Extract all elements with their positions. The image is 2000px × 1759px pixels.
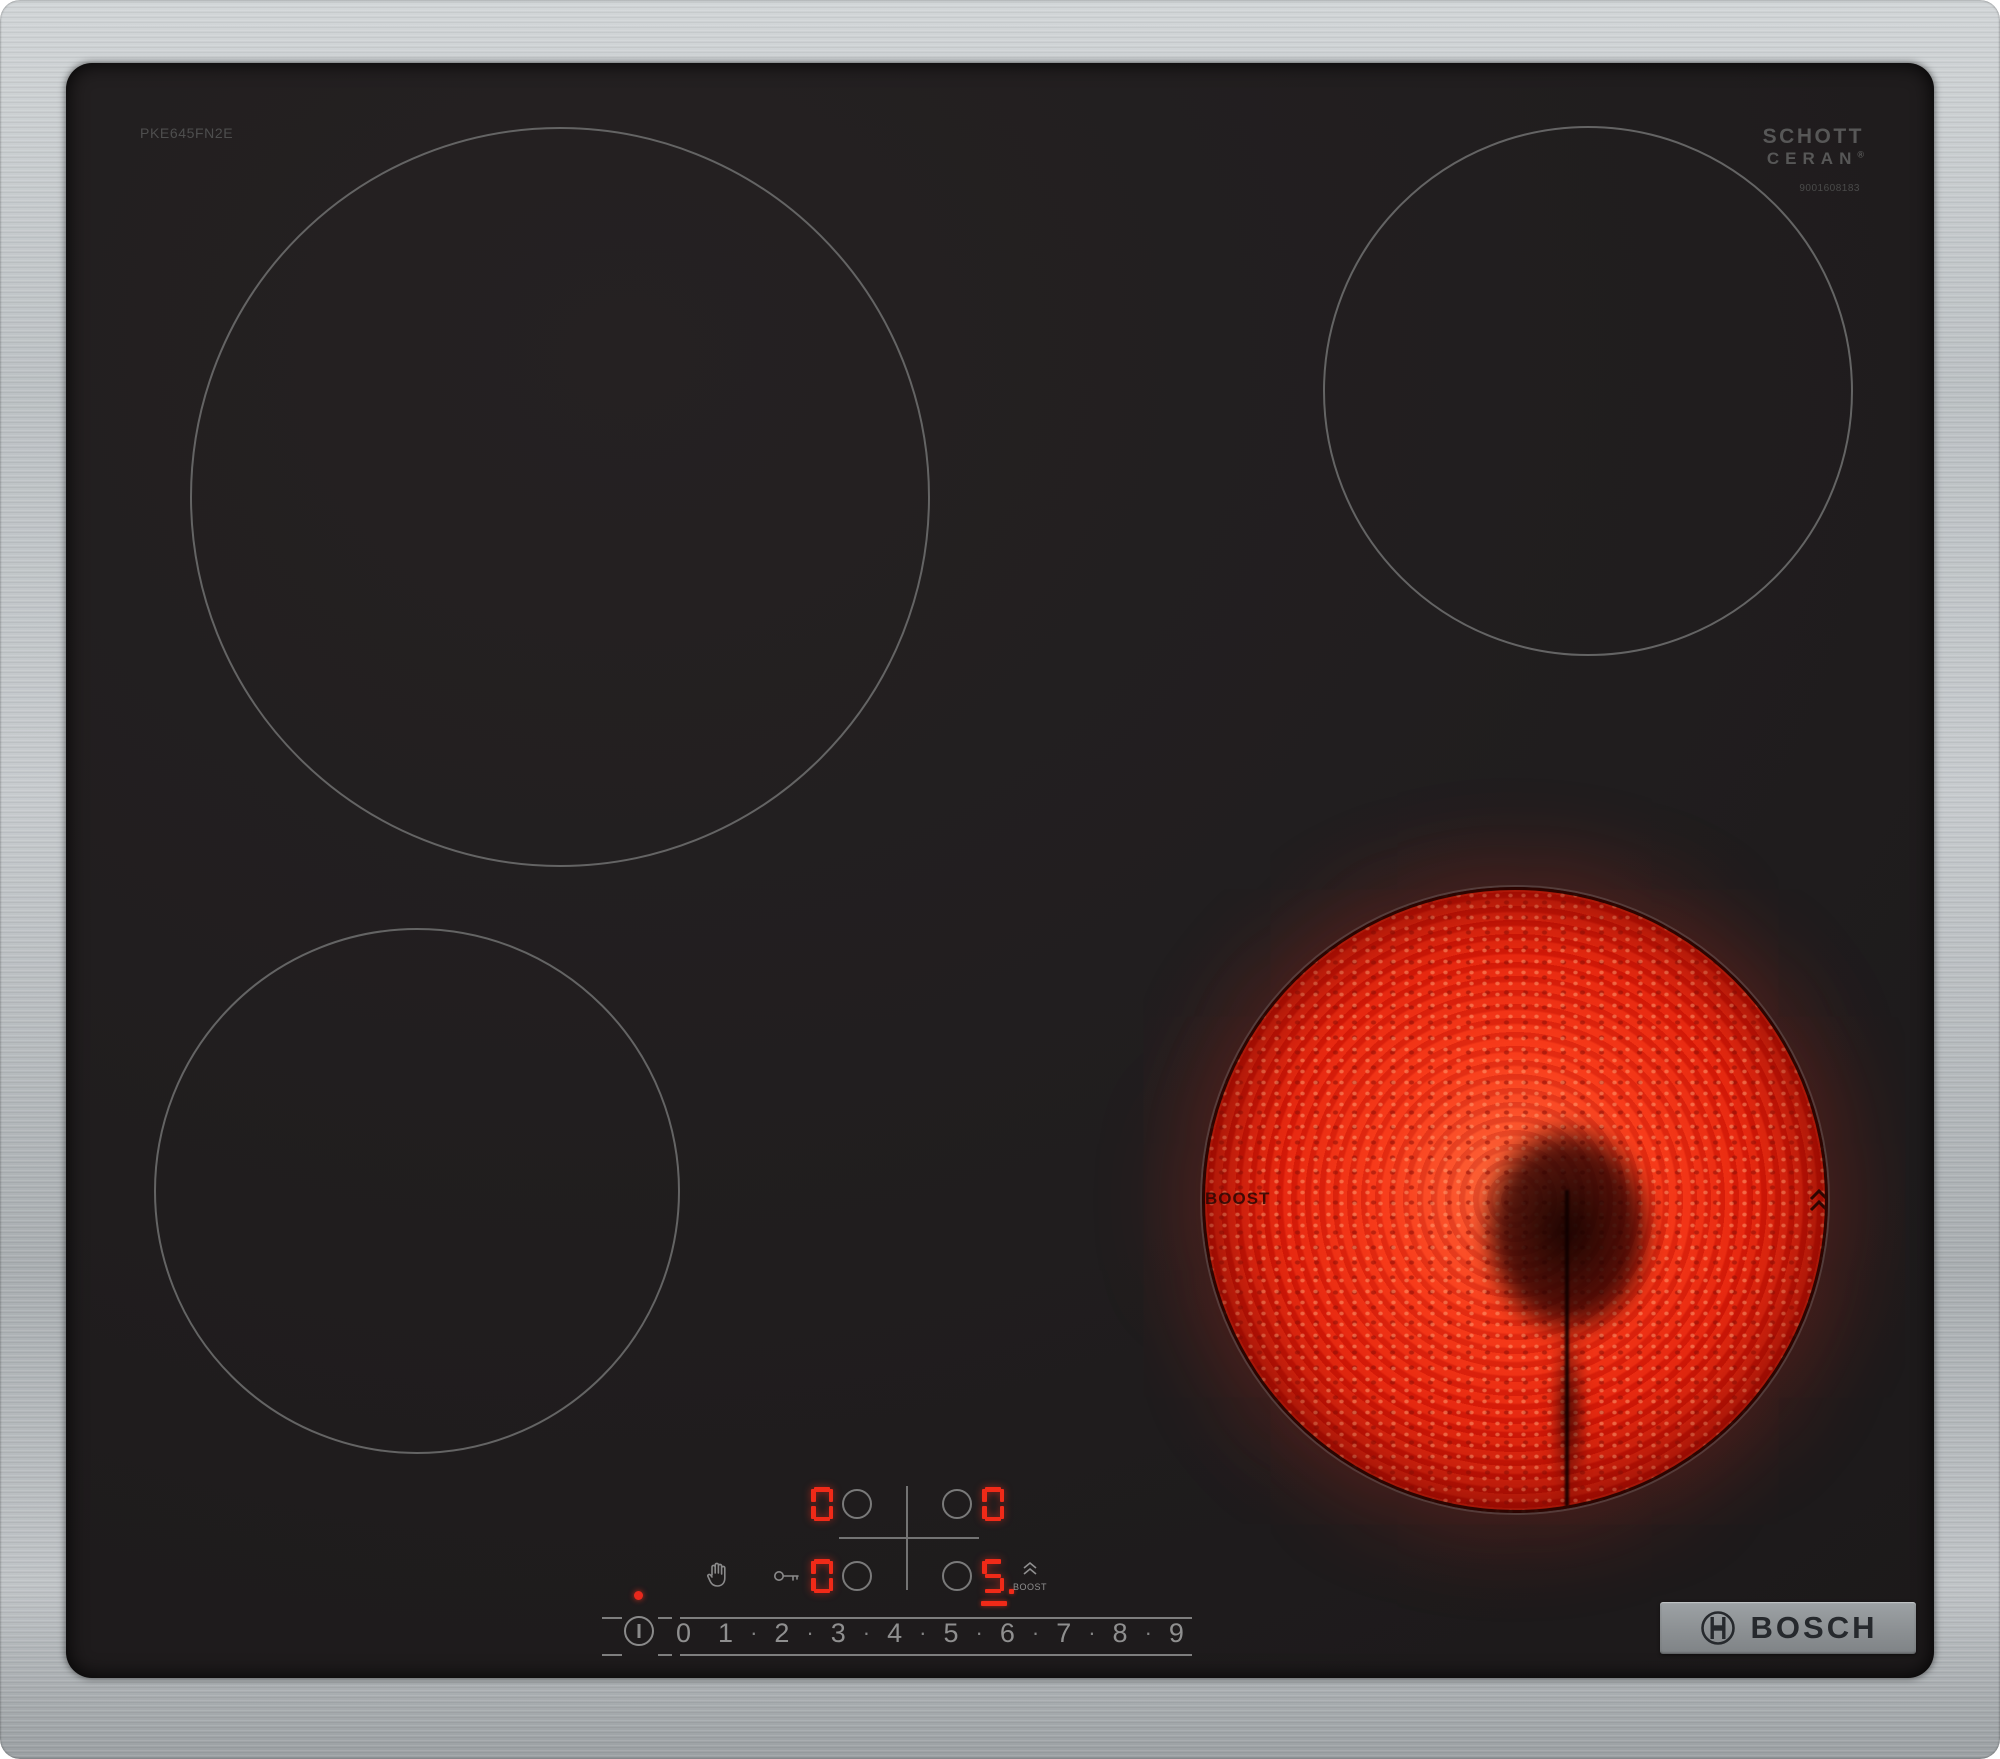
power-level-slider[interactable]: 0 1 · 2 · 3 · 4 · 5 · 6 · 7 · 8 · 9 <box>676 1618 1184 1649</box>
zone-boost-print: BOOST <box>1205 1189 1271 1208</box>
key-icon <box>774 1571 799 1581</box>
boost-label: BOOST <box>1012 1582 1047 1592</box>
ceran-wordmark: CERAN® <box>1766 149 1864 169</box>
slider-level-9[interactable]: 9 <box>1169 1618 1184 1649</box>
power-frame-dash <box>658 1654 672 1656</box>
power-button[interactable] <box>624 1616 654 1646</box>
slider-level-5[interactable]: 5 <box>943 1618 958 1649</box>
pause-hand-button[interactable] <box>704 1561 730 1594</box>
schott-wordmark: SCHOTT <box>1762 125 1864 148</box>
double-chevron-up-icon <box>1809 1188 1825 1212</box>
cooking-zone-front-left <box>154 928 680 1454</box>
slider-rule-bottom <box>680 1654 1192 1656</box>
schott-ceran-logo: SCHOTT CERAN® 9001608183 <box>1762 125 1864 194</box>
slider-level-8[interactable]: 8 <box>1113 1618 1128 1649</box>
zone-select-front-right[interactable] <box>942 1561 972 1591</box>
double-chevron-up-icon <box>1023 1561 1037 1575</box>
boost-button[interactable]: BOOST <box>1006 1561 1054 1592</box>
slider-dot-separator: · <box>862 1620 871 1645</box>
slider-dot-separator: · <box>975 1620 983 1645</box>
glass-code: 9001608183 <box>1799 182 1860 194</box>
zone-map-divider-horizontal <box>839 1537 979 1539</box>
element-gap-line <box>1565 1190 1569 1508</box>
zone-select-rear-right[interactable] <box>942 1489 972 1519</box>
bosch-badge: BOSCH <box>1660 1602 1916 1654</box>
power-frame-dash <box>658 1617 672 1619</box>
display-front-right <box>982 1559 1004 1593</box>
slider-dot-separator: · <box>806 1620 814 1645</box>
cooking-zone-rear-right <box>1323 126 1853 656</box>
power-icon <box>637 1624 641 1638</box>
display-rear-right <box>982 1487 1004 1521</box>
display-rear-left <box>811 1487 833 1521</box>
zone-select-rear-left[interactable] <box>842 1489 872 1519</box>
red-dot-indicator <box>634 1591 643 1600</box>
cooking-zone-front-right-active: BOOST <box>1202 887 1828 1513</box>
power-frame-dash <box>602 1617 622 1619</box>
slider-level-6[interactable]: 6 <box>1000 1618 1015 1649</box>
slider-dot-separator: · <box>750 1620 758 1645</box>
display-front-left <box>811 1559 833 1593</box>
slider-level-3[interactable]: 3 <box>831 1618 846 1649</box>
slider-level-1[interactable]: 1 <box>718 1618 733 1649</box>
slider-level-0[interactable]: 0 <box>676 1618 691 1649</box>
slider-dot-separator: · <box>1088 1620 1096 1645</box>
slider-dot-separator: · <box>919 1620 927 1645</box>
active-zone-underline <box>981 1601 1007 1606</box>
zone-select-front-left[interactable] <box>842 1561 872 1591</box>
cooking-zone-rear-left <box>190 127 930 867</box>
slider-level-2[interactable]: 2 <box>774 1618 789 1649</box>
model-number: PKE645FN2E <box>140 125 234 141</box>
heat-shadow-stem <box>1551 1320 1587 1505</box>
hand-icon <box>707 1562 726 1587</box>
child-lock-button[interactable] <box>773 1568 801 1589</box>
bosch-armature-icon <box>1700 1611 1735 1645</box>
slider-level-7[interactable]: 7 <box>1056 1618 1071 1649</box>
slider-level-4[interactable]: 4 <box>887 1618 902 1649</box>
bosch-wordmark: BOSCH <box>1750 1610 1878 1645</box>
slider-dot-separator: · <box>1144 1620 1152 1645</box>
product-photo: PKE645FN2E SCHOTT CERAN® 9001608183 BOOS… <box>0 0 2000 1759</box>
power-frame-dash <box>602 1654 622 1656</box>
slider-dot-separator: · <box>1031 1620 1040 1645</box>
